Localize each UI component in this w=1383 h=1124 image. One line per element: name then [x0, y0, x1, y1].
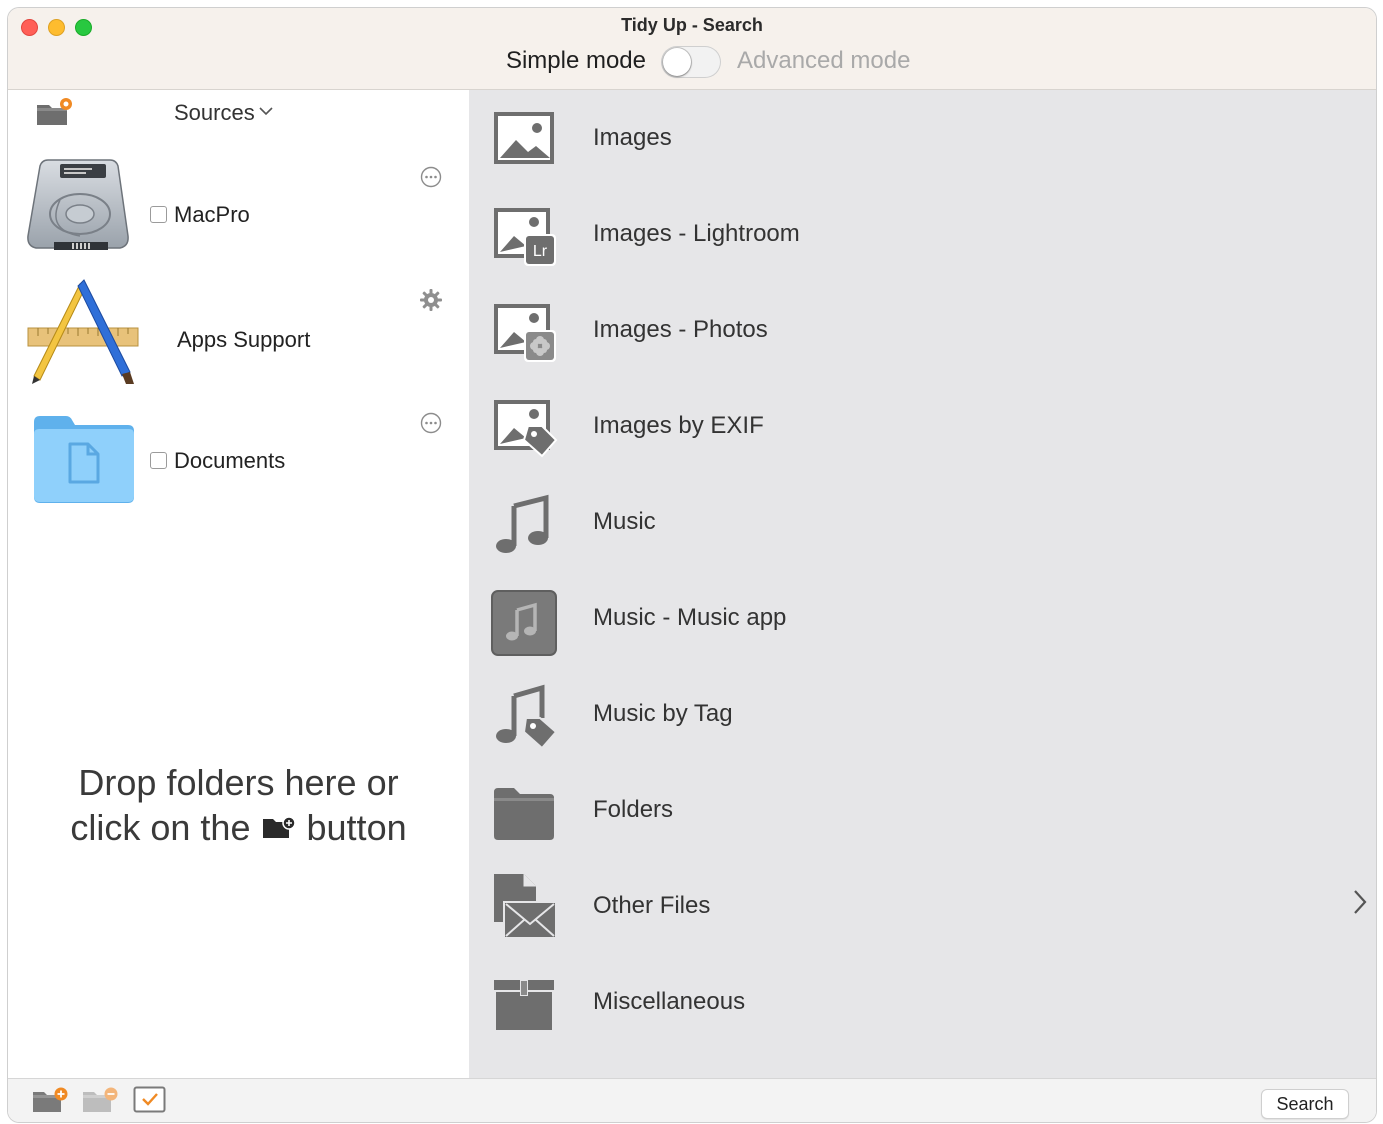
- source-item-documents[interactable]: Documents: [8, 400, 469, 520]
- category-label: Images: [593, 124, 672, 151]
- category-miscellaneous[interactable]: Miscellaneous: [469, 954, 1376, 1050]
- category-label: Other Files: [593, 892, 711, 919]
- category-list: Images Lr Images - Lightroom Images - Ph…: [469, 90, 1376, 1078]
- bottom-toolbar: Search: [8, 1078, 1376, 1122]
- music-app-icon: [491, 590, 557, 656]
- select-all-checkbox-icon[interactable]: [133, 1086, 167, 1119]
- category-other-files[interactable]: Other Files: [469, 858, 1376, 954]
- ellipsis-circle-icon[interactable]: [420, 412, 442, 439]
- music-tag-icon: [492, 684, 558, 750]
- source-item-macpro[interactable]: MacPro: [8, 150, 469, 270]
- category-images-exif[interactable]: Images by EXIF: [469, 378, 1376, 474]
- window-title: Tidy Up - Search: [621, 15, 763, 35]
- category-label: Music by Tag: [593, 700, 733, 727]
- toggle-knob: [663, 48, 691, 76]
- box-icon: [492, 972, 556, 1036]
- chevron-right-icon[interactable]: [1352, 888, 1368, 921]
- folder-icon: [492, 780, 556, 844]
- category-label: Images - Photos: [593, 316, 768, 343]
- category-images-lightroom[interactable]: Lr Images - Lightroom: [469, 186, 1376, 282]
- category-label: Music: [593, 508, 656, 535]
- image-tag-icon: [492, 396, 558, 460]
- sources-menu[interactable]: Sources: [174, 100, 255, 126]
- image-lightroom-icon: Lr: [492, 204, 556, 268]
- image-photos-icon: [492, 300, 556, 364]
- source-label: Documents: [174, 448, 286, 473]
- category-music-tag[interactable]: Music by Tag: [469, 666, 1376, 762]
- drop-folders-hint: Drop folders here or click on the button: [8, 760, 469, 850]
- hard-drive-icon: [26, 150, 136, 265]
- lightroom-badge-text: Lr: [533, 243, 548, 260]
- add-folder-inline-icon: [261, 807, 297, 848]
- documents-folder-icon: [32, 414, 136, 511]
- category-images-photos[interactable]: Images - Photos: [469, 282, 1376, 378]
- app-window: Tidy Up - Search Simple mode Advanced mo…: [8, 8, 1376, 1122]
- category-label: Images by EXIF: [593, 412, 764, 439]
- ellipsis-circle-icon[interactable]: [420, 166, 442, 193]
- add-folder-icon[interactable]: [35, 97, 75, 134]
- simple-mode-label[interactable]: Simple mode: [506, 47, 646, 75]
- drop-hint-line2-start: click on the: [70, 807, 251, 848]
- search-button[interactable]: Search: [1261, 1089, 1349, 1119]
- source-label: MacPro: [174, 202, 250, 227]
- category-label: Folders: [593, 796, 674, 823]
- category-music[interactable]: Music: [469, 474, 1376, 570]
- category-label: Music - Music app: [593, 604, 787, 631]
- image-icon: [492, 108, 556, 172]
- category-folders[interactable]: Folders: [469, 762, 1376, 858]
- title-bar: Tidy Up - Search Simple mode Advanced mo…: [8, 8, 1376, 90]
- remove-source-icon[interactable]: [81, 1086, 119, 1121]
- drop-hint-line1: Drop folders here or: [78, 762, 399, 803]
- music-note-icon: [492, 492, 556, 556]
- documents-checkbox[interactable]: [150, 452, 167, 469]
- chevron-down-icon[interactable]: [258, 104, 274, 122]
- advanced-mode-label[interactable]: Advanced mode: [737, 47, 910, 75]
- source-item-apps-support[interactable]: Apps Support: [8, 276, 469, 396]
- mode-toggle[interactable]: [661, 46, 721, 78]
- gear-icon[interactable]: [419, 288, 443, 317]
- category-images[interactable]: Images: [469, 90, 1376, 186]
- macpro-checkbox[interactable]: [150, 206, 167, 223]
- category-label: Miscellaneous: [593, 988, 746, 1015]
- source-label: Apps Support: [177, 327, 311, 352]
- add-source-icon[interactable]: [31, 1086, 69, 1121]
- sources-sidebar: Sources MacPro Apps Support Documents Dr…: [8, 90, 469, 1078]
- category-music-app[interactable]: Music - Music app: [469, 570, 1376, 666]
- category-label: Images - Lightroom: [593, 220, 800, 247]
- drop-hint-line2: click on the button: [8, 805, 469, 850]
- other-files-icon: [492, 872, 557, 939]
- drop-hint-line2-end: button: [306, 807, 407, 848]
- app-store-tools-icon: [26, 276, 142, 393]
